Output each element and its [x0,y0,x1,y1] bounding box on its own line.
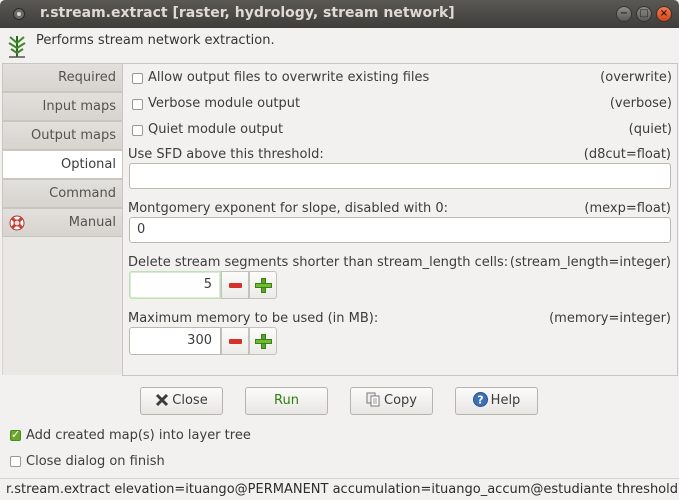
window-menu-icon[interactable] [13,8,25,20]
tab-optional[interactable]: Optional [2,150,122,179]
stream-length-spinner: 5 [129,271,278,299]
tab-label: Manual [68,215,116,230]
add-to-layer-tree-checkbox[interactable] [10,428,21,441]
close-on-finish-label: Close dialog on finish [26,454,165,469]
close-button[interactable]: Close [140,387,223,415]
memory-increment-button[interactable] [249,327,277,355]
minus-icon [229,283,242,288]
quiet-option[interactable]: Quiet module output (quiet) [130,122,672,142]
memory-param: (memory=integer) [549,311,671,326]
memory-label: Maximum memory to be used (in MB): [128,311,379,326]
grass-logo-icon [8,36,26,58]
command-status-bar: r.stream.extract elevation=ituango@PERMA… [0,478,679,500]
copy-button[interactable]: Copy [350,387,433,415]
stream-length-label: Delete stream segments shorter than stre… [128,255,509,270]
module-description-row: Performs stream network extraction. [0,28,679,60]
d8cut-input[interactable] [129,163,671,189]
window-title: r.stream.extract [raster, hydrology, str… [40,5,455,21]
copy-button-label: Copy [384,393,417,408]
tab-label: Required [58,70,116,85]
tab-output-maps[interactable]: Output maps [2,121,122,150]
module-description: Performs stream network extraction. [36,33,275,48]
d8cut-label: Use SFD above this threshold: [128,147,324,162]
overwrite-label: Allow output files to overwrite existing… [148,70,430,85]
d8cut-param: (d8cut=float) [583,147,671,162]
verbose-param: (verbose) [609,96,672,111]
copy-icon [366,392,380,407]
run-button-label: Run [274,393,299,408]
tab-manual[interactable]: Manual [2,208,122,237]
tab-label: Output maps [31,128,116,143]
quiet-checkbox[interactable] [132,125,143,136]
overwrite-checkbox[interactable] [132,73,143,84]
overwrite-param: (overwrite) [600,70,672,85]
maximize-button[interactable]: □ [636,6,652,22]
help-icon: ? [472,392,488,407]
quiet-label: Quiet module output [148,122,284,137]
close-window-button[interactable]: × [656,6,672,22]
stream-length-decrement-button[interactable] [221,271,249,299]
verbose-checkbox[interactable] [132,99,143,110]
tab-list: Required Input maps Output maps Optional… [2,63,122,237]
minimize-button[interactable]: − [616,6,632,22]
lifebuoy-icon [9,215,25,231]
help-button-label: Help [490,393,521,408]
mexp-input[interactable]: 0 [129,217,671,243]
stream-length-param: (stream_length=integer) [509,255,671,270]
close-on-finish-checkbox[interactable] [10,456,21,467]
tab-list-filler [2,237,122,375]
memory-spinner: 300 [129,327,278,355]
tab-input-maps[interactable]: Input maps [2,92,122,121]
close-button-label: Close [172,393,208,408]
add-to-layer-tree-option[interactable]: Add created map(s) into layer tree [8,428,408,446]
stream-length-increment-button[interactable] [249,271,277,299]
close-x-icon [156,393,169,407]
overwrite-option[interactable]: Allow output files to overwrite existing… [130,70,672,90]
verbose-option[interactable]: Verbose module output (verbose) [130,96,672,116]
tab-required[interactable]: Required [2,63,122,92]
minus-icon [229,339,242,344]
add-to-layer-tree-label: Add created map(s) into layer tree [26,428,251,443]
close-on-finish-option[interactable]: Close dialog on finish [8,454,408,472]
tab-command-output[interactable]: Command output [2,179,122,229]
verbose-label: Verbose module output [148,96,301,111]
help-button[interactable]: ? Help [455,387,538,415]
window-titlebar: r.stream.extract [raster, hydrology, str… [0,0,679,28]
svg-text:?: ? [477,394,483,407]
memory-decrement-button[interactable] [221,327,249,355]
memory-input[interactable]: 300 [129,327,221,355]
stream-length-input[interactable]: 5 [129,271,221,299]
tab-label: Optional [61,157,116,172]
mexp-label: Montgomery exponent for slope, disabled … [128,201,448,216]
quiet-param: (quiet) [628,122,672,137]
mexp-param: (mexp=float) [584,201,671,216]
tab-label: Input maps [42,99,116,114]
run-button[interactable]: Run [245,387,328,415]
